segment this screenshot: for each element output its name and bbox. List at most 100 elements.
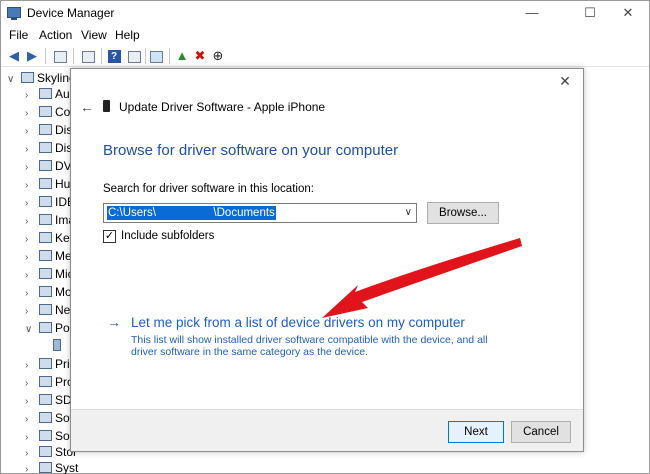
chevron-down-icon[interactable]: ∨	[405, 207, 412, 218]
audio-icon	[39, 88, 52, 99]
chevron-down-icon[interactable]: ∨	[7, 74, 17, 85]
toolbar-separator	[73, 48, 74, 64]
monitor-icon	[39, 286, 52, 297]
chevron-right-icon[interactable]: ›	[25, 162, 35, 173]
processor-icon	[39, 376, 52, 387]
chevron-right-icon[interactable]: ›	[25, 464, 35, 474]
dvd-icon	[39, 160, 52, 171]
cancel-button[interactable]: Cancel	[511, 421, 571, 443]
update-driver-icon[interactable]: ▲	[173, 47, 191, 65]
search-location-label: Search for driver software in this locat…	[103, 183, 314, 195]
help-icon[interactable]: ?	[105, 47, 123, 65]
chevron-right-icon[interactable]: ›	[25, 198, 35, 209]
chevron-right-icon[interactable]: ›	[25, 126, 35, 137]
toolbar-separator	[145, 48, 146, 64]
menu-view[interactable]: View	[81, 28, 107, 42]
arrow-right-icon[interactable]: →	[107, 314, 121, 330]
properties-icon[interactable]	[51, 47, 69, 65]
mouse-icon	[39, 268, 52, 279]
phone-icon	[53, 339, 61, 351]
tree-item[interactable]: › Soft	[25, 411, 76, 429]
pick-from-list-link[interactable]: Let me pick from a list of device driver…	[131, 315, 465, 330]
chevron-right-icon[interactable]: ›	[25, 270, 35, 281]
path-combobox[interactable]: C:\Users\ \Documents ∨	[103, 203, 417, 223]
computer-icon	[21, 72, 34, 83]
device-list-icon[interactable]	[125, 47, 143, 65]
chevron-right-icon[interactable]: ›	[25, 414, 35, 425]
close-dialog-button[interactable]: ✕	[557, 73, 573, 89]
back-arrow-icon[interactable]: ←	[79, 99, 95, 115]
device-tree: ∨ Skyline › Aud › Cor › Disk › Disp › DVD › Hun…	[1, 69, 81, 474]
dialog-title: Update Driver Software - Apple iPhone	[119, 100, 326, 114]
tree-item[interactable]: › IDE	[25, 195, 75, 213]
toolbar-separator	[101, 48, 102, 64]
tree-item[interactable]: › Mer	[25, 249, 76, 267]
tree-item[interactable]: › Ima	[25, 213, 75, 231]
toolbar-separator	[45, 48, 46, 64]
memory-icon	[39, 250, 52, 261]
include-subfolders-label[interactable]: Include subfolders	[121, 230, 214, 242]
chevron-right-icon[interactable]: ›	[25, 448, 35, 459]
tree-item[interactable]: › Net	[25, 303, 74, 321]
path-input[interactable]: C:\Users\ \Documents	[107, 206, 276, 220]
menu-bar: File Action View Help	[1, 25, 649, 45]
menu-action[interactable]: Action	[39, 28, 72, 42]
scan-hardware-icon[interactable]	[147, 47, 165, 65]
disable-device-icon[interactable]: ⊕	[209, 47, 227, 65]
menu-file[interactable]: File	[9, 28, 28, 42]
close-window-button[interactable]: ✕	[605, 1, 650, 25]
chevron-right-icon[interactable]: ›	[25, 144, 35, 155]
software-device-icon	[39, 412, 52, 423]
forward-icon[interactable]: ▶	[23, 47, 41, 65]
tree-child-iphone[interactable]	[53, 339, 61, 357]
toolbar: ◀ ▶ ? ▲ ✖ ⊕	[1, 45, 649, 67]
tree-item[interactable]: › Syst	[25, 461, 78, 474]
tree-item[interactable]: › Aud	[25, 87, 76, 105]
system-icon	[39, 462, 52, 473]
display-icon	[39, 142, 52, 153]
phone-icon	[103, 100, 110, 112]
camera-icon	[39, 214, 52, 225]
back-icon[interactable]: ◀	[5, 47, 23, 65]
chevron-right-icon[interactable]: ›	[25, 108, 35, 119]
menu-help[interactable]: Help	[115, 28, 140, 42]
uninstall-icon[interactable]: ✖	[191, 47, 209, 65]
chevron-right-icon[interactable]: ›	[25, 360, 35, 371]
toolbar-separator	[169, 48, 170, 64]
hid-icon	[39, 178, 52, 189]
tree-item[interactable]: ∨ Por	[25, 321, 74, 339]
tree-item[interactable]: › Cor	[25, 105, 74, 123]
network-icon	[39, 304, 52, 315]
chevron-down-icon[interactable]: ∨	[25, 324, 35, 335]
browse-button[interactable]: Browse...	[427, 202, 499, 224]
chevron-right-icon[interactable]: ›	[25, 432, 35, 443]
portable-device-icon	[39, 322, 52, 333]
sd-card-icon	[39, 394, 52, 405]
update-driver-dialog: ✕ ← Update Driver Software - Apple iPhon…	[70, 68, 584, 452]
chevron-right-icon[interactable]: ›	[25, 252, 35, 263]
include-subfolders-checkbox[interactable]: ✓	[103, 230, 116, 243]
tree-item-label: Syst	[55, 461, 79, 474]
tree-item[interactable]: › Mo	[25, 285, 72, 303]
computer-icon	[39, 106, 52, 117]
device-manager-icon	[7, 7, 21, 20]
minimize-button[interactable]: —	[509, 1, 555, 25]
tree-item[interactable]: › Pro	[25, 375, 74, 393]
chevron-right-icon[interactable]: ›	[25, 396, 35, 407]
chevron-right-icon[interactable]: ›	[25, 378, 35, 389]
chevron-right-icon[interactable]: ›	[25, 216, 35, 227]
tree-item[interactable]: › Key	[25, 231, 76, 249]
chevron-right-icon[interactable]: ›	[25, 288, 35, 299]
pick-from-list-description[interactable]: This list will show installed driver sof…	[131, 334, 511, 358]
tree-item[interactable]: › Mic	[25, 267, 74, 285]
storage-icon	[39, 446, 52, 457]
window-title: Device Manager	[27, 6, 115, 20]
show-hidden-icon[interactable]	[79, 47, 97, 65]
tree-root-computer[interactable]: ∨ Skyline	[7, 71, 76, 87]
chevron-right-icon[interactable]: ›	[25, 180, 35, 191]
chevron-right-icon[interactable]: ›	[25, 306, 35, 317]
next-button[interactable]: Next	[448, 421, 504, 443]
chevron-right-icon[interactable]: ›	[25, 90, 35, 101]
ide-icon	[39, 196, 52, 207]
chevron-right-icon[interactable]: ›	[25, 234, 35, 245]
